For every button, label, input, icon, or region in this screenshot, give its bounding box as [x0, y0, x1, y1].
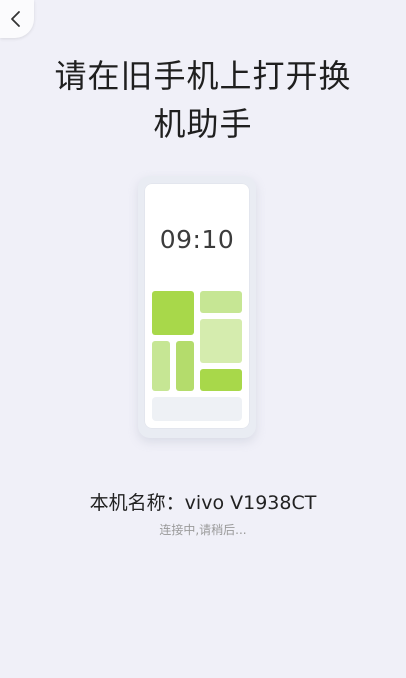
page-title-line-1: 请在旧手机上打开换 — [54, 57, 352, 95]
app-tile — [200, 369, 242, 391]
app-tile — [176, 341, 194, 391]
app-tile — [152, 341, 170, 391]
phone-clock: 09:10 — [159, 225, 235, 254]
dock-bar — [152, 397, 242, 421]
phone-illustration: 09:10 — [138, 176, 256, 438]
device-name-label: 本机名称：vivo V1938CT — [89, 492, 317, 514]
chevron-left-icon — [11, 11, 20, 27]
page-title: 请在旧手机上打开换 机助手 — [0, 52, 406, 148]
app-tile — [200, 319, 242, 363]
page-title-line-2: 机助手 — [153, 105, 253, 143]
app-tile — [152, 291, 194, 335]
phone-screen: 09:10 — [144, 183, 250, 429]
connection-status-text: 连接中,请稍后... — [159, 523, 247, 537]
back-button[interactable] — [0, 0, 34, 38]
app-tile — [200, 291, 242, 313]
